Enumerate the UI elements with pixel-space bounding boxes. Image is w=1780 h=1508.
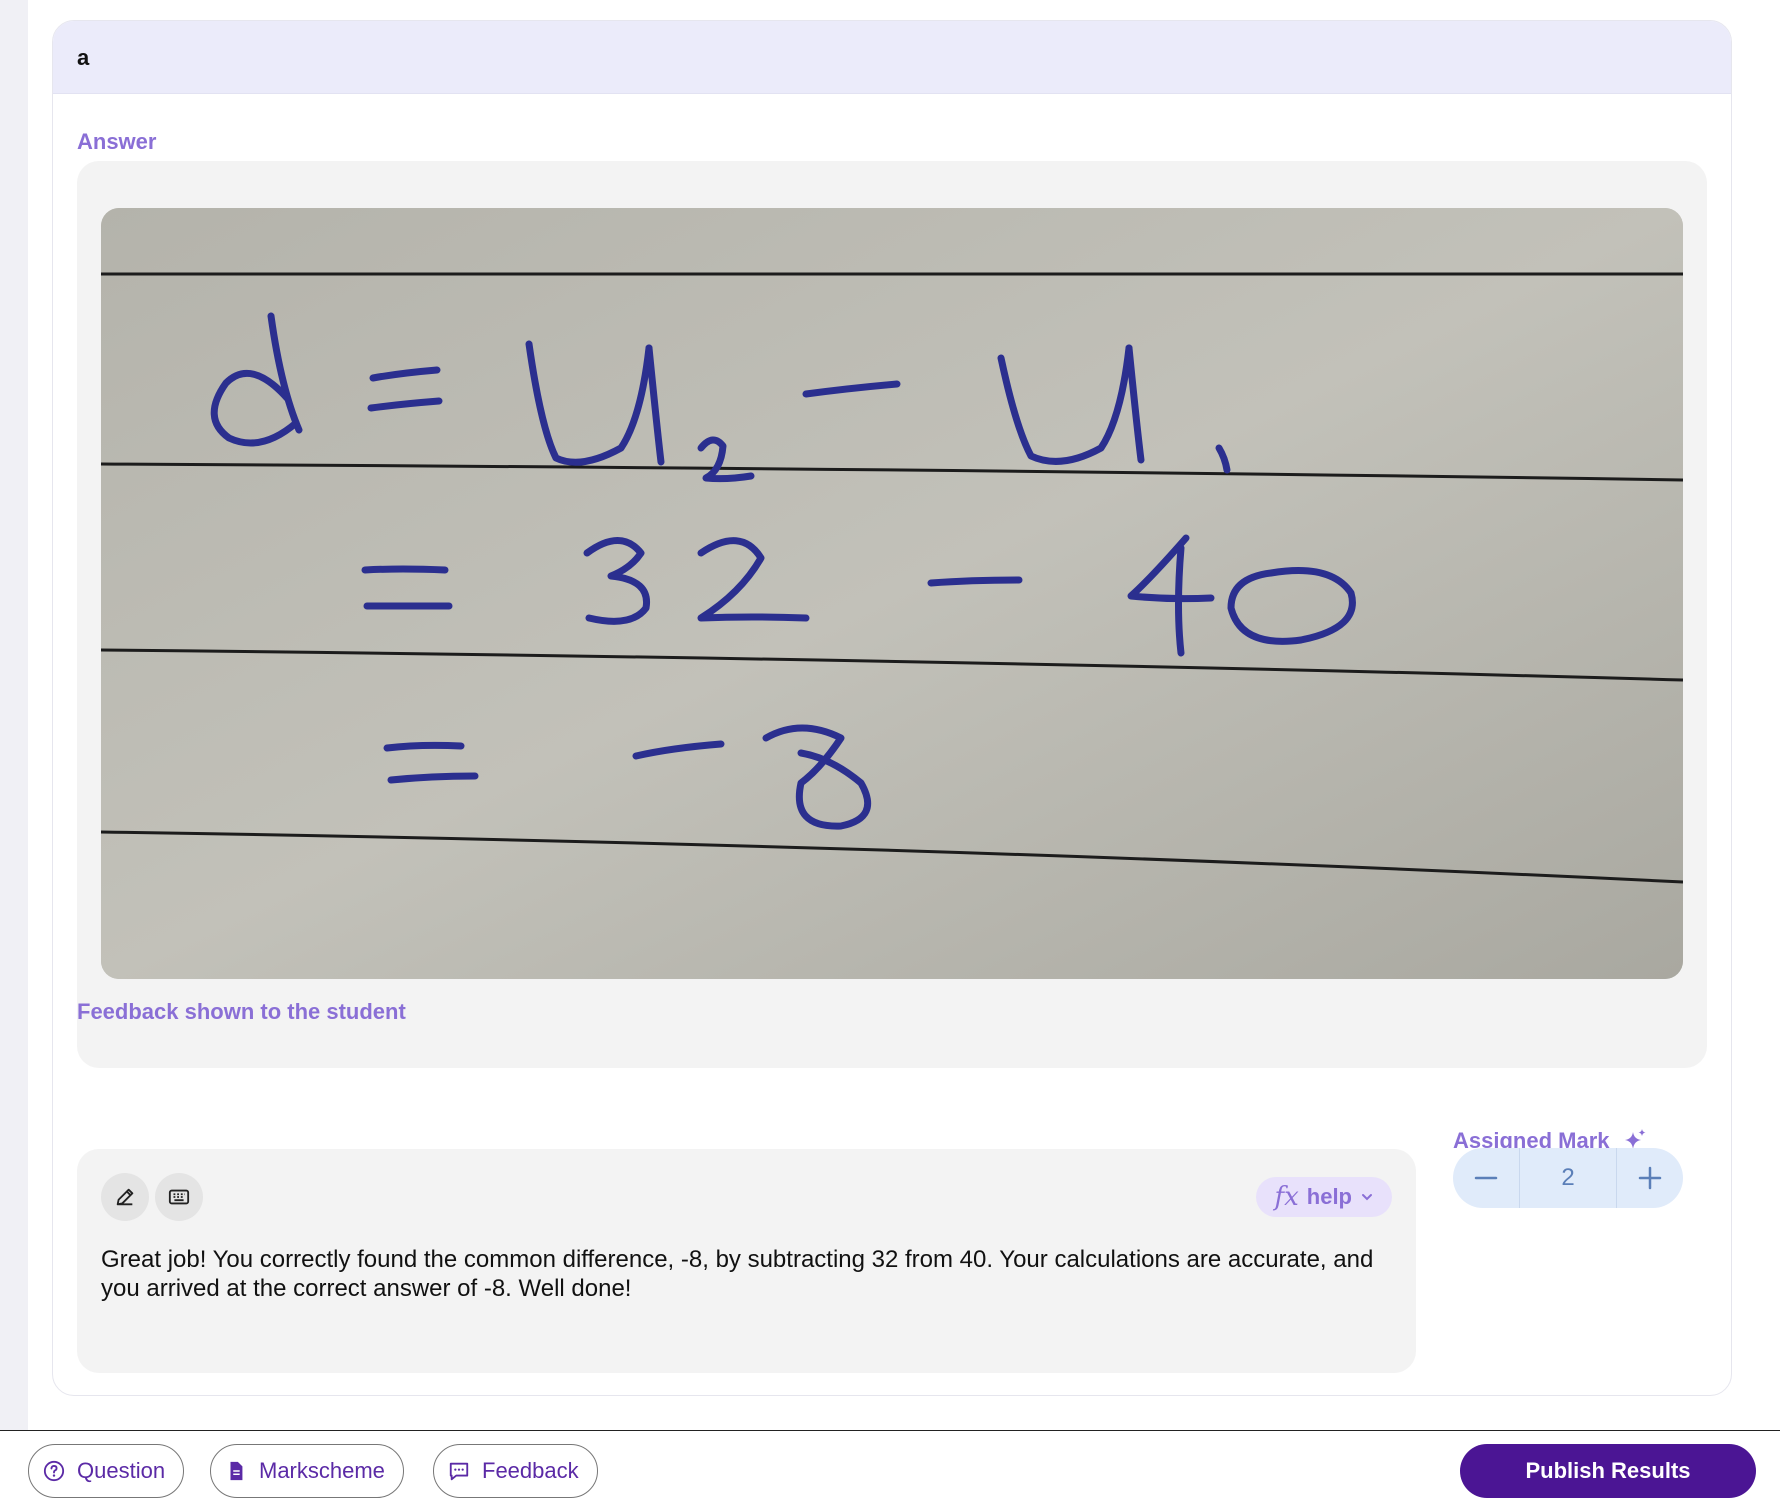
fx-help-button[interactable]: fx help xyxy=(1256,1177,1392,1217)
feedback-button[interactable]: Feedback xyxy=(433,1444,598,1498)
feedback-editor[interactable]: fx help Great job! You correctly found t… xyxy=(77,1149,1416,1373)
handwritten-working-photo xyxy=(101,208,1683,979)
comment-icon xyxy=(449,1462,469,1481)
part-label: a xyxy=(77,45,90,70)
answer-box xyxy=(77,161,1707,1068)
question-button-label: Question xyxy=(77,1458,166,1483)
feedback-section-label: Feedback shown to the student xyxy=(77,999,406,1024)
fx-icon: fx xyxy=(1274,1182,1299,1212)
decrement-mark-button[interactable] xyxy=(1453,1148,1519,1208)
student-answer-image[interactable] xyxy=(101,208,1683,979)
mark-value[interactable]: 2 xyxy=(1519,1148,1617,1208)
question-button[interactable]: Question xyxy=(28,1444,185,1498)
plus-icon xyxy=(1638,1166,1662,1190)
markscheme-button-label: Markscheme xyxy=(259,1458,385,1483)
answer-section-label: Answer xyxy=(77,129,157,154)
increment-mark-button[interactable] xyxy=(1617,1148,1683,1208)
bottom-action-bar: Question Markscheme Feedback Publish Res… xyxy=(0,1430,1780,1508)
minus-icon xyxy=(1474,1176,1498,1180)
mark-stepper: 2 xyxy=(1453,1148,1683,1208)
keyboard-icon xyxy=(168,1189,190,1205)
feedback-button-label: Feedback xyxy=(482,1458,579,1483)
document-icon xyxy=(230,1461,243,1481)
publish-results-button[interactable]: Publish Results xyxy=(1460,1444,1756,1498)
feedback-text[interactable]: Great job! You correctly found the commo… xyxy=(101,1245,1391,1303)
question-circle-icon xyxy=(43,1460,65,1482)
markscheme-button[interactable]: Markscheme xyxy=(210,1444,404,1498)
keyboard-tool-button[interactable] xyxy=(155,1173,203,1221)
question-part-card: a Answer Feedback shown to the student f… xyxy=(52,20,1732,1396)
pen-icon xyxy=(116,1188,134,1206)
help-label: help xyxy=(1306,1184,1352,1209)
part-header: a xyxy=(53,21,1731,94)
chevron-down-icon xyxy=(1362,1194,1372,1201)
pen-tool-button[interactable] xyxy=(101,1173,149,1221)
